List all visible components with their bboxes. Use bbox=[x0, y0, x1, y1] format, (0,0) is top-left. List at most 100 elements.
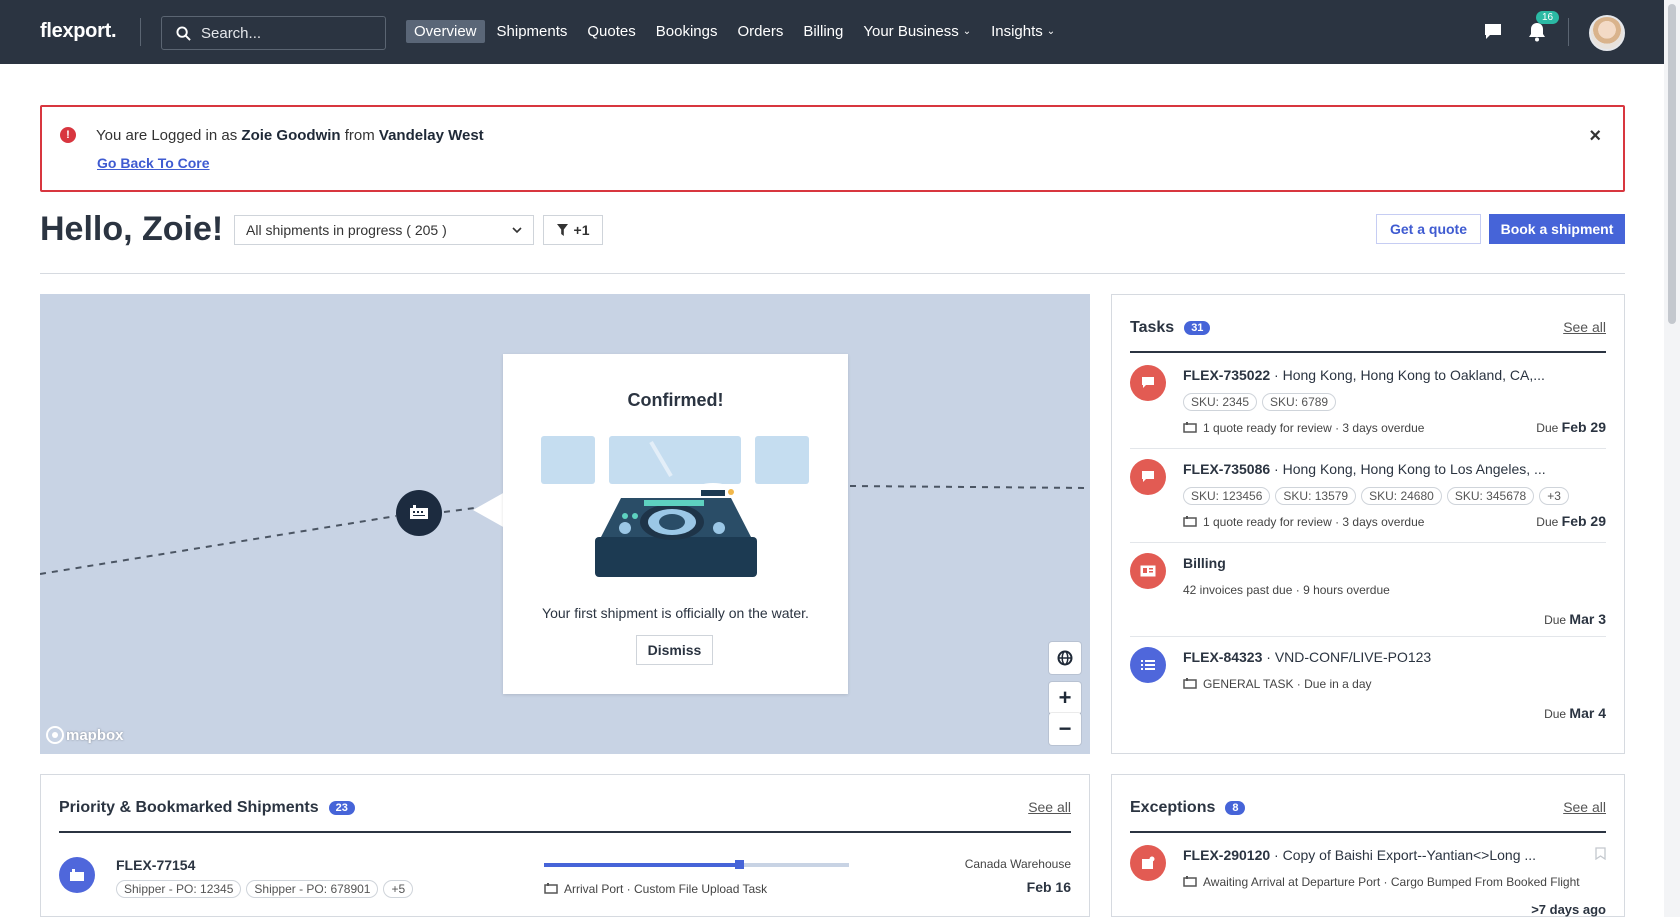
top-nav: flexport. Search... Overview Shipments Q… bbox=[0, 0, 1664, 64]
shipment-id-link[interactable]: FLEX-77154 bbox=[116, 857, 195, 873]
page-scrollbar[interactable] bbox=[1664, 0, 1680, 917]
dismiss-button[interactable]: Dismiss bbox=[636, 635, 713, 665]
zoom-out-button[interactable]: − bbox=[1049, 713, 1081, 745]
user-avatar[interactable] bbox=[1589, 15, 1625, 51]
task-title: FLEX-735086 · Hong Kong, Hong Kong to Lo… bbox=[1183, 461, 1546, 477]
exception-id: FLEX-290120 bbox=[1183, 847, 1271, 863]
exception-time: >7 days ago bbox=[1531, 902, 1606, 917]
shipment-meta: Arrival Port · Custom File Upload Task bbox=[544, 882, 767, 896]
filter-icon bbox=[556, 224, 568, 236]
alert-company: Vandelay West bbox=[378, 127, 484, 144]
chat-icon bbox=[1130, 365, 1166, 401]
nav-quotes[interactable]: Quotes bbox=[579, 20, 643, 43]
shipment-date: Feb 16 bbox=[1026, 879, 1071, 895]
priority-header-rule bbox=[59, 831, 1071, 833]
filter-button[interactable]: +1 bbox=[543, 215, 603, 245]
task-meta-text: 42 invoices past due · 9 hours overdue bbox=[1183, 583, 1390, 597]
due-date: Feb 29 bbox=[1561, 513, 1606, 529]
task-due: Due Feb 29 bbox=[1536, 419, 1606, 435]
more-tags-badge[interactable]: +5 bbox=[383, 880, 414, 898]
page-title: Hello, Zoie! bbox=[40, 210, 224, 248]
nav-overview[interactable]: Overview bbox=[406, 20, 485, 43]
po-tag: Shipper - PO: 12345 bbox=[116, 880, 242, 898]
error-icon: ! bbox=[60, 127, 76, 143]
nav-divider bbox=[1568, 18, 1569, 46]
priority-count-badge: 23 bbox=[328, 801, 355, 815]
tasks-header-rule bbox=[1130, 351, 1606, 353]
chevron-down-icon: ⌄ bbox=[1046, 26, 1056, 37]
mapbox-label: mapbox bbox=[66, 726, 124, 744]
shipment-filter-select[interactable]: All shipments in progress ( 205 ) bbox=[234, 215, 534, 245]
task-item[interactable]: FLEX-84323 · VND-CONF/LIVE-PO123 GENERAL… bbox=[1130, 637, 1606, 731]
get-quote-button[interactable]: Get a quote bbox=[1376, 214, 1481, 244]
task-meta: GENERAL TASK · Due in a day bbox=[1183, 677, 1372, 691]
exception-icon bbox=[1130, 845, 1166, 881]
task-meta-text: GENERAL TASK · Due in a day bbox=[1203, 677, 1372, 691]
task-item[interactable]: Billing 42 invoices past due · 9 hours o… bbox=[1130, 543, 1606, 637]
scrollbar-thumb[interactable] bbox=[1668, 4, 1676, 324]
task-item[interactable]: FLEX-735086 · Hong Kong, Hong Kong to Lo… bbox=[1130, 449, 1606, 543]
bell-icon[interactable] bbox=[1528, 22, 1546, 47]
close-icon[interactable]: × bbox=[1589, 125, 1601, 148]
shipment-destination: Canada Warehouse bbox=[964, 857, 1071, 871]
more-tags-badge[interactable]: +3 bbox=[1539, 487, 1569, 505]
go-back-link[interactable]: Go Back To Core bbox=[97, 155, 210, 171]
task-due: Due Mar 3 bbox=[1544, 611, 1606, 627]
mapbox-logo-icon bbox=[46, 726, 64, 744]
section-divider bbox=[40, 273, 1625, 274]
exceptions-see-all-link[interactable]: See all bbox=[1563, 799, 1606, 815]
search-icon bbox=[176, 25, 191, 41]
nav-bookings[interactable]: Bookings bbox=[648, 20, 726, 43]
nav-insights-label: Insights bbox=[991, 23, 1043, 40]
nav-billing[interactable]: Billing bbox=[795, 20, 851, 43]
zoom-in-button[interactable]: + bbox=[1049, 682, 1081, 714]
shipment-map[interactable]: Confirmed! Your first shipment is offici… bbox=[40, 294, 1090, 754]
due-label: Due bbox=[1536, 421, 1559, 435]
bookmark-icon[interactable] bbox=[1595, 847, 1606, 865]
priority-see-all-link[interactable]: See all bbox=[1028, 799, 1071, 815]
globe-icon[interactable] bbox=[1049, 642, 1081, 674]
tasks-count-badge: 31 bbox=[1184, 321, 1211, 335]
task-due: Due Feb 29 bbox=[1536, 513, 1606, 529]
invoice-icon bbox=[1130, 553, 1166, 589]
tasks-title: Tasks bbox=[1130, 319, 1175, 336]
popup-pointer bbox=[473, 492, 505, 528]
due-label: Due bbox=[1544, 707, 1567, 721]
nav-your-business[interactable]: Your Business ⌄ bbox=[855, 20, 979, 43]
sku-tag: SKU: 24680 bbox=[1361, 487, 1442, 505]
due-label: Due bbox=[1536, 515, 1559, 529]
alert-user: Zoie Goodwin bbox=[241, 127, 341, 144]
priority-header: Priority & Bookmarked Shipments 23 bbox=[59, 799, 355, 817]
exception-meta-text: Awaiting Arrival at Departure Port · Car… bbox=[1203, 875, 1580, 889]
nav-orders[interactable]: Orders bbox=[729, 20, 791, 43]
task-meta-text: 1 quote ready for review · 3 days overdu… bbox=[1203, 421, 1425, 435]
mapbox-attribution[interactable]: mapbox bbox=[46, 726, 124, 744]
alert-message: You are Logged in as Zoie Goodwin from V… bbox=[96, 127, 484, 144]
exceptions-title: Exceptions bbox=[1130, 799, 1216, 816]
exceptions-header: Exceptions 8 bbox=[1130, 799, 1246, 817]
confirmation-popup: Confirmed! Your first shipment is offici… bbox=[503, 354, 848, 694]
chevron-down-icon: ⌄ bbox=[962, 26, 972, 37]
book-shipment-button[interactable]: Book a shipment bbox=[1489, 214, 1625, 244]
ship-console-illustration bbox=[541, 436, 809, 577]
nav-insights[interactable]: Insights ⌄ bbox=[983, 20, 1063, 43]
exception-title[interactable]: FLEX-290120 · Copy of Baishi Export--Yan… bbox=[1183, 847, 1536, 863]
sku-tag: SKU: 345678 bbox=[1446, 487, 1535, 505]
flexport-logo[interactable]: flexport. bbox=[40, 20, 117, 43]
chevron-down-icon bbox=[512, 227, 522, 234]
tasks-see-all-link[interactable]: See all bbox=[1563, 319, 1606, 335]
shipment-progress-bar bbox=[544, 860, 849, 869]
popup-message: Your first shipment is officially on the… bbox=[542, 605, 809, 621]
exception-meta: Awaiting Arrival at Departure Port · Car… bbox=[1183, 875, 1580, 889]
task-meta: 42 invoices past due · 9 hours overdue bbox=[1183, 583, 1390, 597]
task-item[interactable]: FLEX-735022 · Hong Kong, Hong Kong to Oa… bbox=[1130, 355, 1606, 449]
filter-count: +1 bbox=[573, 222, 590, 238]
nav-shipments[interactable]: Shipments bbox=[489, 20, 576, 43]
sku-tag: SKU: 13579 bbox=[1275, 487, 1357, 505]
ship-marker-icon[interactable] bbox=[396, 490, 442, 536]
priority-title: Priority & Bookmarked Shipments bbox=[59, 799, 319, 816]
messages-icon[interactable] bbox=[1484, 22, 1502, 45]
ship-icon bbox=[1183, 876, 1197, 887]
sku-tag: SKU: 2345 bbox=[1183, 393, 1258, 411]
search-input[interactable]: Search... bbox=[161, 16, 386, 50]
